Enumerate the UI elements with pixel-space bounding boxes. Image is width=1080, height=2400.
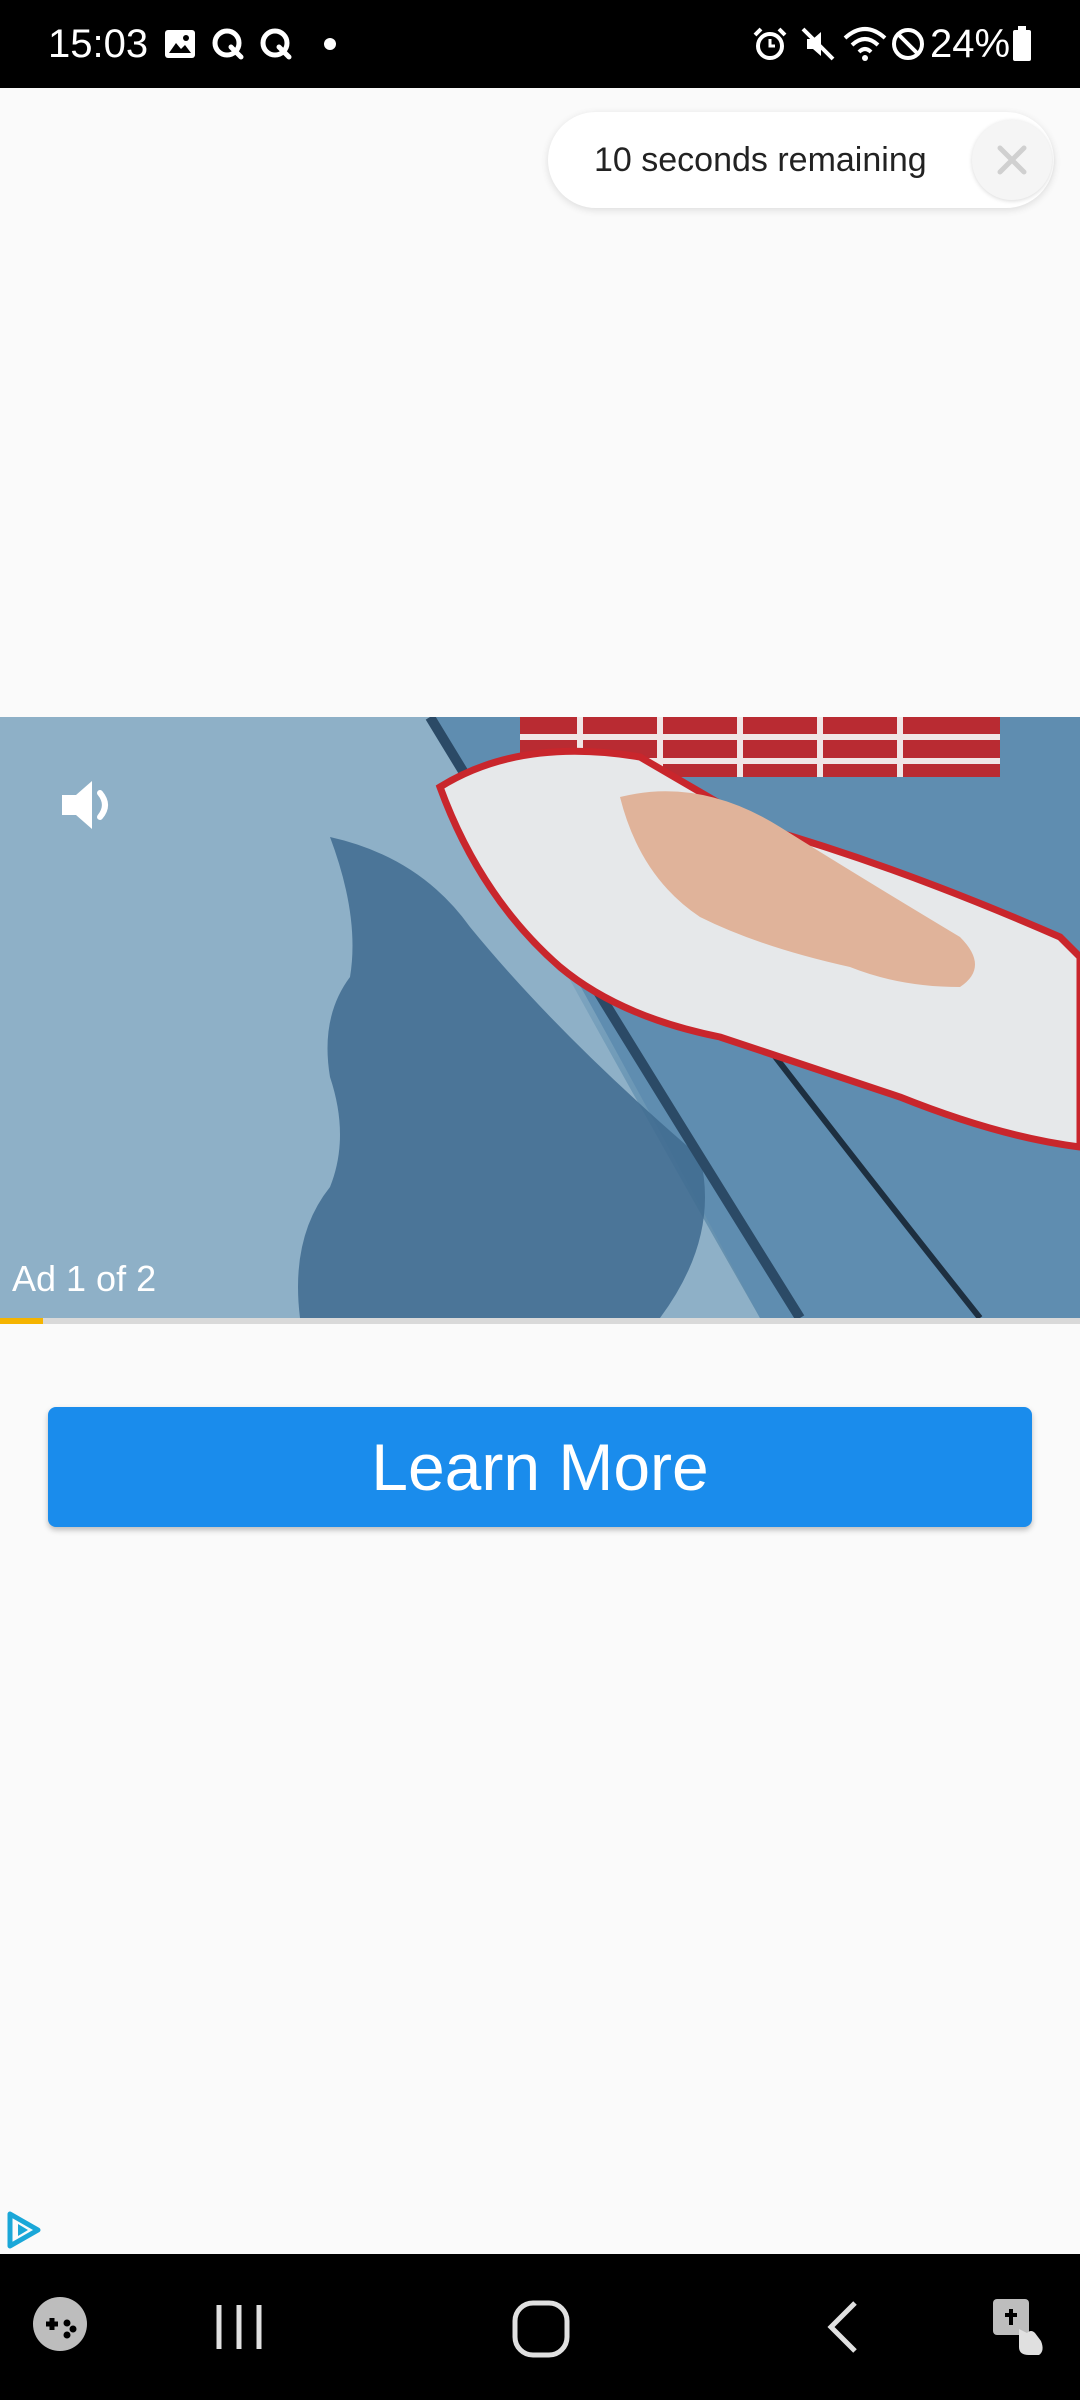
home-icon[interactable] xyxy=(504,2292,578,2366)
battery-percentage: 24% xyxy=(930,22,1011,66)
gallery-icon xyxy=(162,22,198,66)
ad-video[interactable]: Ad 1 of 2 xyxy=(0,717,1080,1318)
back-icon[interactable] xyxy=(808,2292,878,2362)
volume-icon xyxy=(62,781,108,829)
close-ad-button[interactable] xyxy=(972,120,1052,200)
ad-video-frame xyxy=(0,717,1080,1318)
battery-icon xyxy=(1010,22,1034,66)
close-icon xyxy=(997,145,1027,175)
adchoices-icon[interactable] xyxy=(4,2210,44,2255)
volume-toggle[interactable] xyxy=(56,771,124,844)
alarm-icon xyxy=(750,22,790,66)
ad-counter: Ad 1 of 2 xyxy=(12,1258,157,1299)
q-app-icon xyxy=(210,22,246,66)
accessibility-icon[interactable] xyxy=(984,2292,1054,2362)
game-launcher-icon[interactable] xyxy=(28,2292,92,2356)
ad-timer-pill: 10 seconds remaining xyxy=(548,112,1054,208)
mute-icon xyxy=(798,22,838,66)
q-app-icon xyxy=(258,22,294,66)
recent-apps-icon[interactable] xyxy=(204,2292,274,2362)
status-time: 15:03 xyxy=(48,22,149,66)
ad-progress-fill xyxy=(0,1318,44,1324)
ad-remaining-text: 10 seconds remaining xyxy=(594,141,927,179)
ad-progress-track xyxy=(0,1318,1080,1324)
learn-more-button[interactable]: Learn More xyxy=(48,1407,1032,1527)
wifi-icon xyxy=(842,22,888,66)
navigation-bar xyxy=(0,2254,1080,2400)
notification-dot-icon xyxy=(320,22,340,66)
do-not-disturb-icon xyxy=(888,22,928,66)
status-bar: 15:03 24% xyxy=(0,0,1080,88)
